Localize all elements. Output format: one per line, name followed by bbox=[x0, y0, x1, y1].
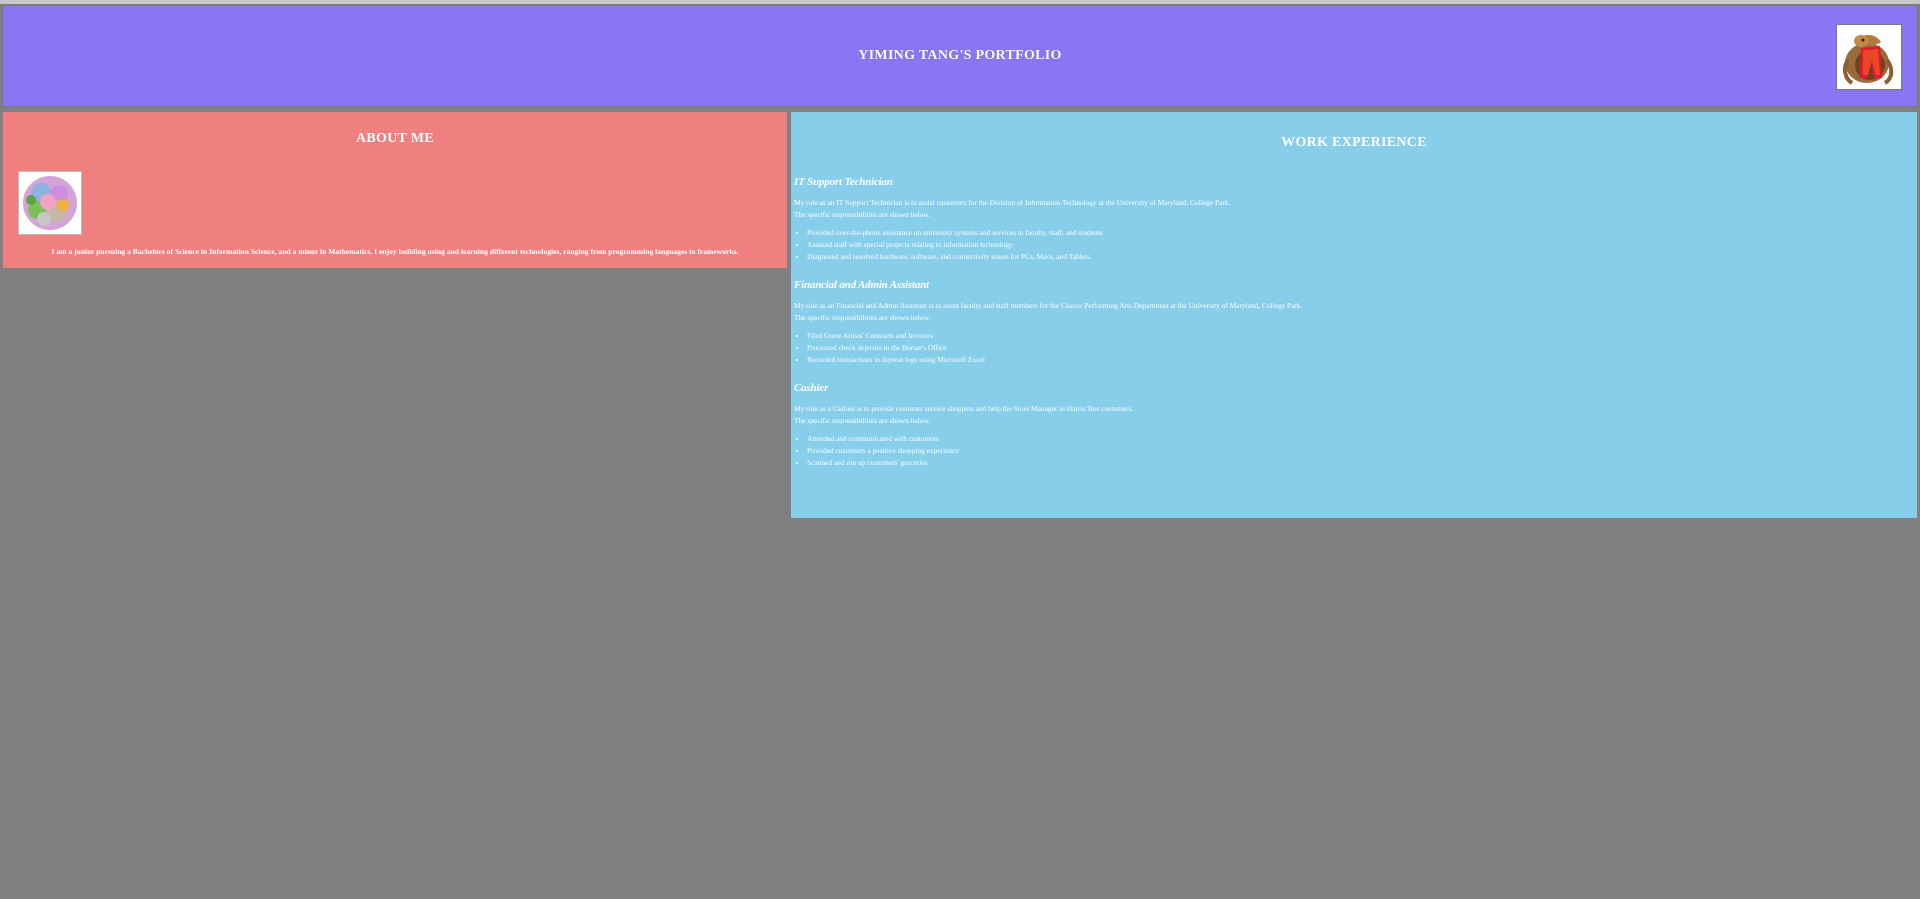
responsibility-item: Recorded transactions in deposit logs us… bbox=[807, 354, 1904, 366]
top-border bbox=[0, 0, 1920, 4]
responsibility-list: Attended and communicated with customers… bbox=[794, 433, 1904, 470]
responsibility-item: Assisted staff with special projects rel… bbox=[807, 239, 1904, 251]
job-title: Cashier bbox=[794, 382, 829, 394]
about-me-text: I am a junior pursuing a Bachelors of Sc… bbox=[51, 247, 739, 256]
job-description-line: The specific responsibilities are shown … bbox=[794, 416, 931, 425]
responsibility-item: Provided customers a positive shopping e… bbox=[807, 445, 1904, 457]
avatar-icon bbox=[18, 171, 82, 235]
site-header: YIMING TANG'S PORTFOLIO bbox=[3, 6, 1917, 106]
job-cashier: Cashier My role as a Cashier is to provi… bbox=[794, 381, 1904, 470]
page-title: YIMING TANG'S PORTFOLIO bbox=[858, 48, 1062, 63]
responsibility-item: Attended and communicated with customers bbox=[807, 433, 1904, 445]
job-financial-admin-assistant: Financial and Admin Assistant My role as… bbox=[794, 278, 1904, 367]
responsibility-item: Provided over-the-phone assistance on un… bbox=[807, 227, 1904, 239]
job-it-support-technician: IT Support Technician My role as an IT S… bbox=[794, 175, 1904, 264]
about-me-title: ABOUT ME bbox=[356, 131, 434, 146]
work-experience-title: WORK EXPERIENCE bbox=[1281, 135, 1427, 150]
job-description-line: My role as a Cashier is to provide custo… bbox=[794, 404, 1134, 413]
responsibility-item: Diagnosed and resolved hardware, softwar… bbox=[807, 251, 1904, 263]
responsibility-item: Filed Guest Artists' Contracts and Invoi… bbox=[807, 330, 1904, 342]
job-description-line: My role as an IT Support Technician is t… bbox=[794, 198, 1231, 207]
job-description-line: My role as an Financial and Admin Assist… bbox=[794, 301, 1303, 310]
testudo-logo-icon bbox=[1836, 24, 1902, 90]
responsibility-item: Processed check deposits in the Bursar's… bbox=[807, 342, 1904, 354]
job-description: My role as a Cashier is to provide custo… bbox=[794, 403, 1904, 427]
responsibility-item: Scanned and run up customers' groceries bbox=[807, 457, 1904, 469]
job-title: IT Support Technician bbox=[794, 176, 893, 188]
job-title: Financial and Admin Assistant bbox=[794, 279, 929, 291]
job-description-line: The specific responsibilities are shown … bbox=[794, 313, 931, 322]
job-description: My role as an Financial and Admin Assist… bbox=[794, 300, 1904, 324]
responsibility-list: Provided over-the-phone assistance on un… bbox=[794, 227, 1904, 264]
about-me-section: ABOUT ME I am a junior pursuing a Bachel… bbox=[3, 112, 787, 268]
job-description: My role as an IT Support Technician is t… bbox=[794, 197, 1904, 221]
work-experience-section: WORK EXPERIENCE IT Support Technician My… bbox=[791, 112, 1917, 518]
responsibility-list: Filed Guest Artists' Contracts and Invoi… bbox=[794, 330, 1904, 367]
job-description-line: The specific responsibilities are shown … bbox=[794, 210, 931, 219]
